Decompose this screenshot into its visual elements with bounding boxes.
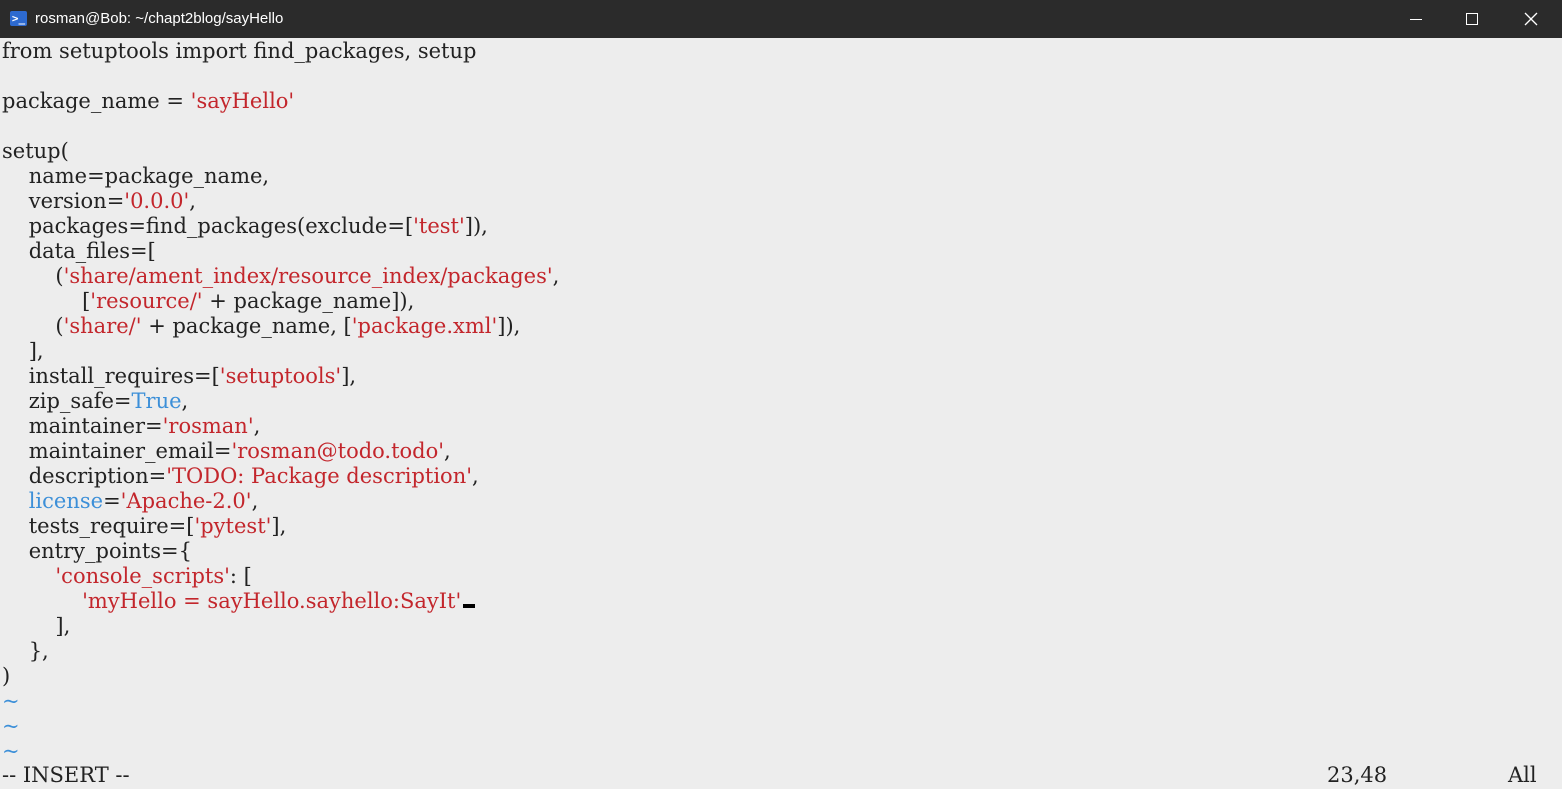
code-line: ('share/' + package_name, ['package.xml'… xyxy=(2,314,521,338)
code-line: ['resource/' + package_name]), xyxy=(2,289,415,313)
code-line: version='0.0.0', xyxy=(2,189,196,213)
mode-indicator: -- INSERT -- xyxy=(2,763,130,787)
code-line: setup( xyxy=(2,139,69,163)
empty-line-marker: ~ xyxy=(2,739,20,763)
code-line: maintainer_email='rosman@todo.todo', xyxy=(2,439,451,463)
code-line: packages=find_packages(exclude=['test'])… xyxy=(2,214,488,238)
vim-editor[interactable]: from setuptools import find_packages, se… xyxy=(0,38,1562,789)
title-bar: >_ rosman@Bob: ~/chapt2blog/sayHello xyxy=(0,0,1562,38)
empty-line-marker: ~ xyxy=(2,714,20,738)
code-line: from setuptools import find_packages, se… xyxy=(2,39,477,63)
scroll-position: All xyxy=(1508,763,1537,787)
maximize-button[interactable] xyxy=(1449,0,1495,38)
minimize-button[interactable] xyxy=(1393,0,1439,38)
code-line: }, xyxy=(2,639,49,663)
code-line: license='Apache-2.0', xyxy=(2,489,259,513)
powershell-icon: >_ xyxy=(10,11,27,26)
code-line: ], xyxy=(2,339,44,363)
code-line: maintainer='rosman', xyxy=(2,414,261,438)
code-line: zip_safe=True, xyxy=(2,389,189,413)
code-line: install_requires=['setuptools'], xyxy=(2,364,357,388)
window-title: rosman@Bob: ~/chapt2blog/sayHello xyxy=(35,10,284,27)
code-line: ) xyxy=(2,664,11,688)
cursor-position: 23,48 xyxy=(1327,763,1388,787)
code-line: description='TODO: Package description', xyxy=(2,464,479,488)
code-line: data_files=[ xyxy=(2,239,156,263)
code-line: 'console_scripts': [ xyxy=(55,564,252,588)
terminal-window: >_ rosman@Bob: ~/chapt2blog/sayHello fro… xyxy=(0,0,1562,789)
code-line: name=package_name, xyxy=(2,164,270,188)
close-button[interactable] xyxy=(1508,0,1554,38)
code-line: ], xyxy=(2,614,71,638)
code-line: tests_require=['pytest'], xyxy=(2,514,287,538)
maximize-icon xyxy=(1466,13,1478,25)
code-line: entry_points={ xyxy=(2,539,192,563)
minimize-icon xyxy=(1410,18,1422,20)
close-icon xyxy=(1524,12,1538,26)
text-cursor xyxy=(463,604,476,608)
code-line-current: 'myHello = sayHello.sayhello:SayIt' xyxy=(2,589,476,614)
code-line: ('share/ament_index/resource_index/packa… xyxy=(2,264,560,288)
empty-line-marker: ~ xyxy=(2,689,20,713)
code-line: package_name = 'sayHello' xyxy=(2,89,295,113)
